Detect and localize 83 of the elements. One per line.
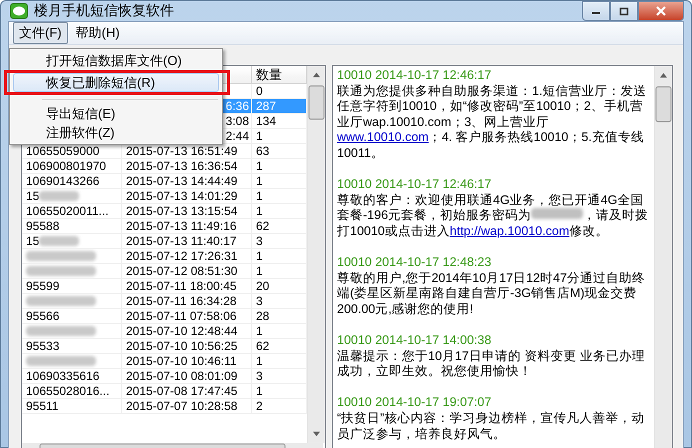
message-count: 2 [256, 399, 263, 413]
message-body: 联通为您提供多种自助服务渠道：1.短信营业厅：发送任意字符到10010，如“修改密码”至10010；2、手机营业厅wap.10010.com；3、网上营业厅 www.10010.com；4. 客户服务热线10010；5.充值专线10011。 [337, 84, 648, 162]
message-count: 1 [256, 264, 263, 278]
phone-number: 10655020011... [26, 204, 109, 218]
date-time: 2015-07-13 11:40:17 [126, 234, 237, 248]
message-count: 1 [256, 249, 263, 263]
message-count: 1 [256, 204, 263, 218]
link[interactable]: www.10010.com [337, 130, 429, 144]
phone-number: 10690143266 [26, 174, 100, 188]
menu-item[interactable]: 注册软件(Z) [13, 123, 219, 142]
link[interactable]: http://wap.10010.com [450, 224, 570, 238]
close-button[interactable] [638, 1, 684, 21]
menu-item[interactable]: 帮助(H) [70, 22, 126, 44]
date-time: 2015-07-07 10:28:58 [126, 399, 238, 413]
phone-number: 95599 [26, 279, 60, 293]
message-header: 10010 2014-10-17 12:48:23 [337, 255, 492, 271]
message-count: 1 [256, 129, 263, 143]
phone-number: 15 [26, 189, 40, 203]
message-count: 1 [256, 324, 263, 338]
phone-number: 95533 [26, 339, 60, 353]
date-time: 6:36 [226, 99, 249, 113]
message-count: 28 [256, 309, 270, 323]
phone-number: 106900801970 [26, 159, 106, 173]
maximize-button[interactable] [610, 1, 638, 21]
message-header: 10010 2014-10-17 12:46:17 [337, 177, 492, 193]
phone-number: 15 [26, 234, 40, 248]
message-body: 尊敬的用户,您于2014年10月17日12时47分通过自助终端(娄星区新星南路自建自营厅-3G销售店M)现金交费200.00元,感谢您的使用! [337, 270, 646, 318]
phone-number: 95511 [26, 399, 58, 413]
date-time: 2015-07-13 16:36:54 [126, 159, 238, 173]
message-body: “扶贫日”核心内容：学习身边榜样，宣传凡人善举，动员广泛参与，培养良好风气。 [337, 411, 646, 442]
message-count: 63 [256, 144, 270, 158]
date-time: 2015-07-10 12:48:44 [126, 324, 238, 338]
message-count: 62 [256, 219, 270, 233]
message-body: 尊敬的客户：欢迎使用联通4G业务，您已开通4G全国套餐-196元套餐，初始服务密码为 ，请及时拨打10010或点击进入http://wap.10010.com修改。 [337, 192, 650, 240]
vertical-scrollbar[interactable] [655, 66, 672, 448]
message-count: 3 [256, 369, 263, 383]
chat-bubble-icon [10, 3, 28, 19]
phone-number: 10690335616 [26, 369, 100, 383]
message-count: 3 [256, 234, 263, 248]
message-count: 62 [256, 339, 270, 353]
maximize-icon [619, 6, 629, 16]
date-time: 2015-07-12 08:51:30 [126, 264, 238, 278]
close-icon [655, 6, 667, 16]
message-header: 10010 2014-10-17 12:46:17 [337, 68, 492, 84]
date-time: 2015-07-11 07:58:06 [126, 309, 237, 323]
message-count: 287 [256, 99, 276, 113]
menu-item[interactable]: 导出短信(E) [13, 104, 219, 123]
date-time: 2015-07-08 17:47:45 [126, 384, 238, 398]
minimize-button[interactable] [582, 1, 610, 21]
date-time: 2:44 [226, 129, 249, 143]
date-time: 3:08 [226, 114, 249, 128]
phone-number: 10655059000 [26, 144, 100, 158]
date-time: 2015-07-10 08:01:09 [126, 369, 238, 383]
date-time: 2015-07-12 17:26:31 [126, 249, 238, 263]
message-count: 1 [256, 384, 263, 398]
message-count: 1 [256, 174, 263, 188]
date-time: 2015-07-13 13:15:54 [126, 204, 238, 218]
window-title: 楼月手机短信恢复软件 [34, 2, 174, 20]
date-time: 2015-07-13 11:49:16 [126, 219, 237, 233]
date-time: 2015-07-10 10:46:11 [126, 354, 237, 368]
date-time: 2015-07-11 16:34:28 [126, 294, 237, 308]
menu-item[interactable]: 文件(F) [13, 22, 68, 44]
menu-item[interactable]: 打开短信数据库文件(O) [13, 51, 219, 70]
message-count: 3 [256, 294, 263, 308]
phone-number: 95588 [26, 219, 60, 233]
phone-number: 10655028016... [26, 384, 110, 398]
message-count: 1 [256, 189, 263, 203]
date-time: 2015-07-13 16:51:49 [126, 144, 238, 158]
message-count: 1 [256, 354, 263, 368]
message-count: 0 [256, 84, 263, 98]
menu-item[interactable]: 恢复已删除短信(R) [13, 73, 219, 92]
date-time: 2015-07-13 14:01:29 [126, 189, 238, 203]
message-count: 134 [256, 114, 276, 128]
blurred-text [531, 208, 584, 220]
message-count: 1 [256, 159, 263, 173]
date-time: 2015-07-11 18:00:45 [126, 279, 237, 293]
date-time: 2015-07-10 10:56:25 [126, 339, 238, 353]
message-count: 20 [256, 279, 270, 293]
message-header: 10010 2014-10-17 19:07:07 [337, 395, 492, 412]
date-time: 2015-07-13 14:44:49 [126, 174, 238, 188]
message-header: 10010 2014-10-17 14:00:38 [337, 333, 492, 349]
message-body: 温馨提示：您于10月17日申请的 资料变更 业务已办理成功，立即生效。祝您使用愉快！ [337, 348, 646, 380]
phone-number: 95566 [26, 309, 60, 323]
